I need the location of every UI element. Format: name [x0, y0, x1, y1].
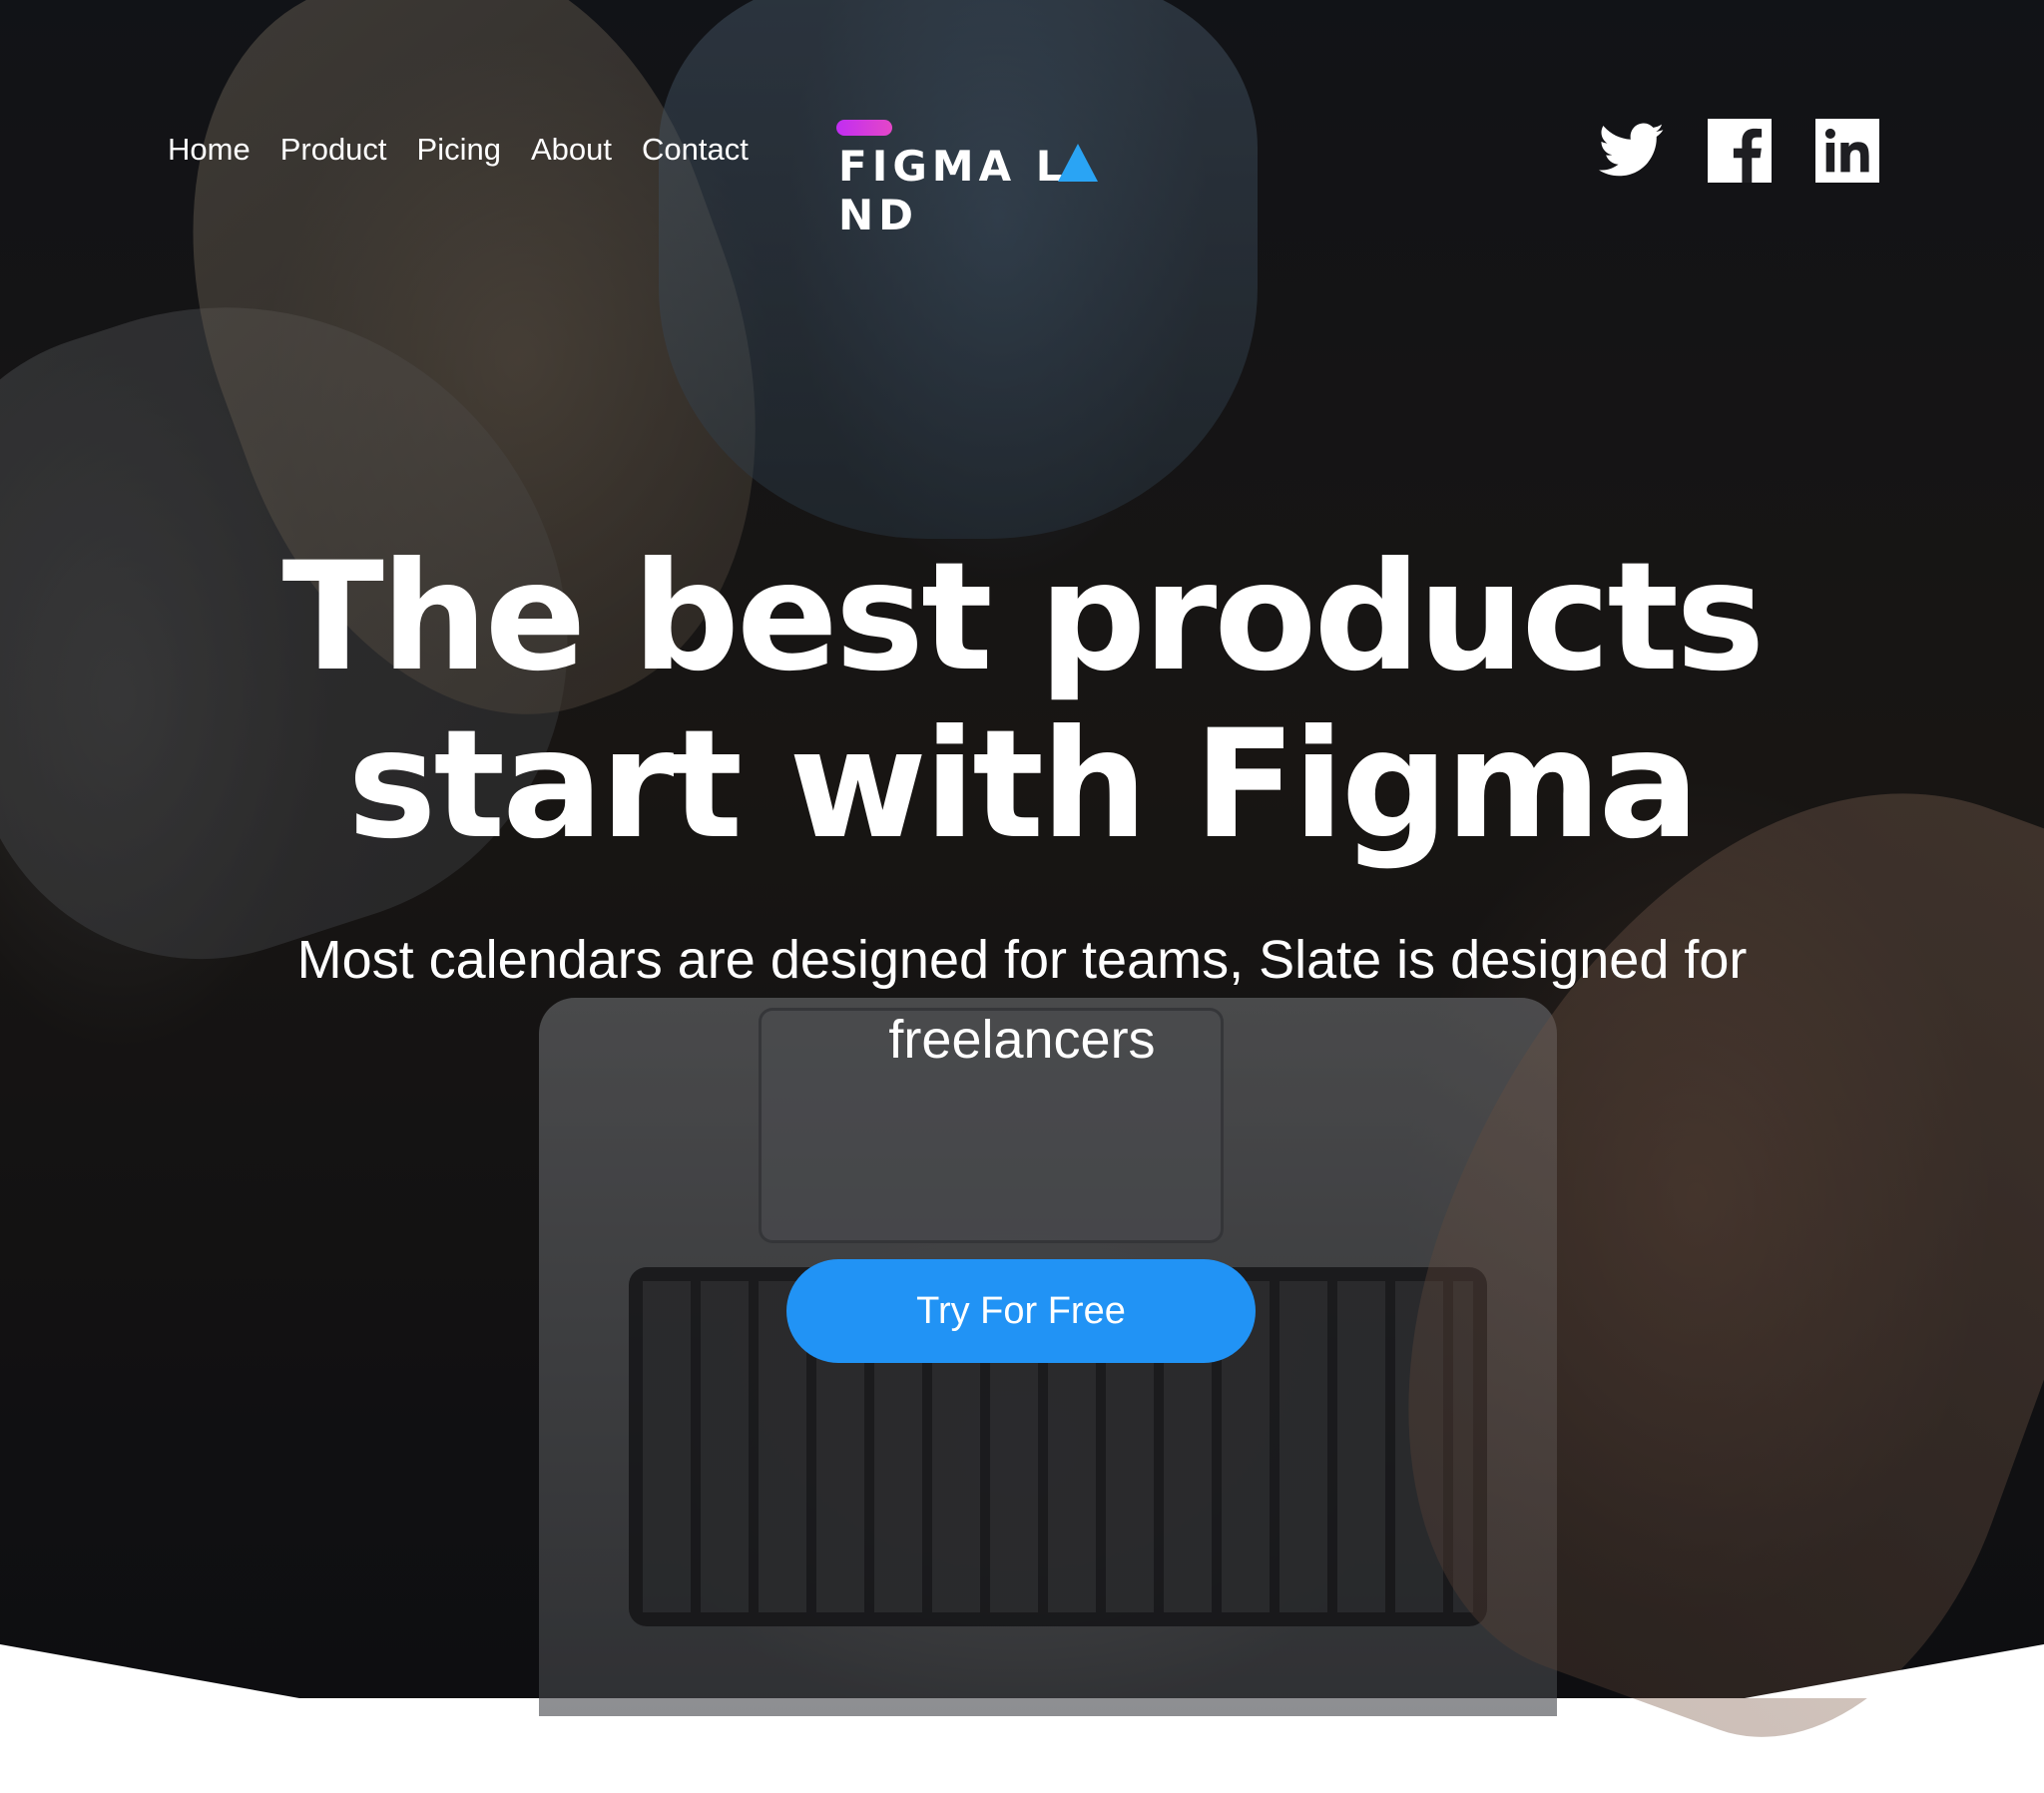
hero-subtitle: Most calendars are designed for teams, S…: [296, 930, 1748, 1070]
nav-home[interactable]: Home: [168, 132, 251, 168]
logo-text-part2: ND: [838, 191, 919, 239]
nav-contact[interactable]: Contact: [642, 132, 749, 168]
logo-text-part1: FIGMA L: [838, 142, 1068, 191]
hero-headline: The best products start with Figma: [0, 534, 2044, 869]
twitter-icon[interactable]: [1599, 118, 1665, 184]
try-for-free-button[interactable]: Try For Free: [786, 1259, 1256, 1363]
linkedin-icon[interactable]: [1814, 118, 1880, 184]
hero-headline-line2: start with Figma: [347, 698, 1700, 872]
figma-land-logo[interactable]: FIGMA LND: [836, 120, 1176, 239]
main-nav: Home Product Picing About Contact: [168, 132, 749, 168]
facebook-icon[interactable]: [1707, 118, 1773, 184]
nav-about[interactable]: About: [531, 132, 612, 168]
logo-triangle-icon: [1058, 144, 1098, 182]
nav-product[interactable]: Product: [280, 132, 387, 168]
logo-bar: [836, 120, 892, 136]
logo-text: FIGMA LND: [838, 142, 1176, 239]
nav-pricing[interactable]: Picing: [417, 132, 501, 168]
hero-headline-line1: The best products: [281, 531, 1766, 704]
